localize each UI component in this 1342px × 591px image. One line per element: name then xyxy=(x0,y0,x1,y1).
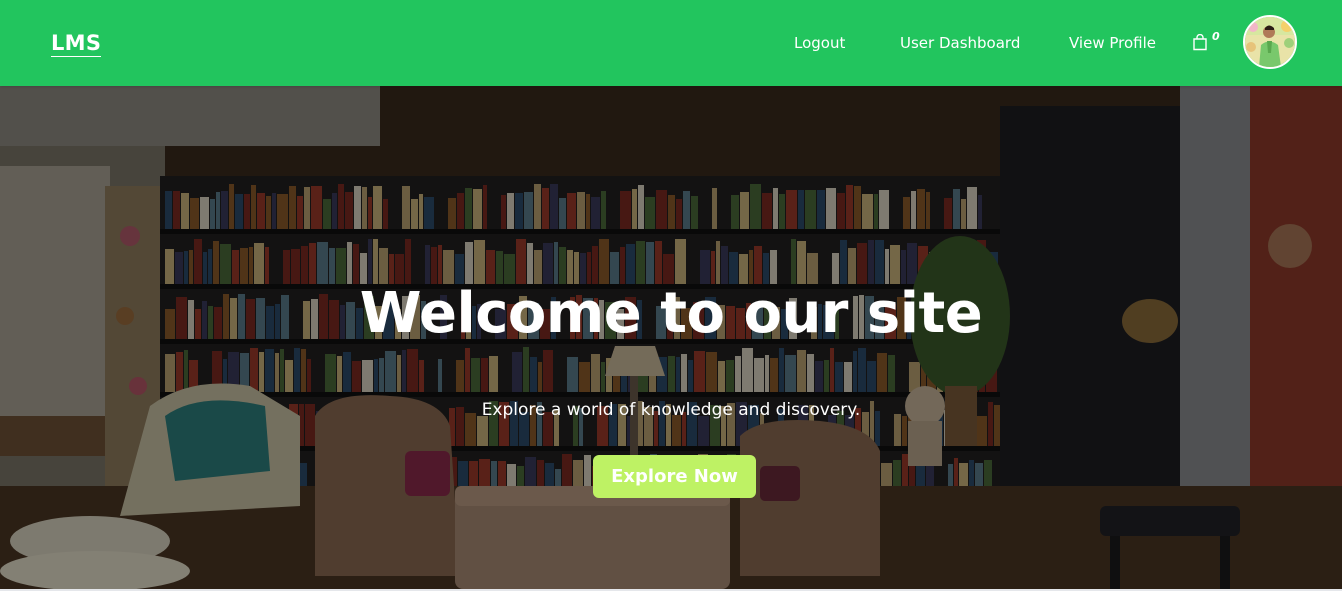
cart-button[interactable]: 0 xyxy=(1192,30,1224,54)
navbar: LMS Logout User Dashboard View Profile 0 xyxy=(0,0,1342,86)
nav-link-view-profile[interactable]: View Profile xyxy=(1069,33,1156,53)
shopping-bag-icon xyxy=(1193,34,1207,51)
nav-link-user-dashboard[interactable]: User Dashboard xyxy=(900,33,1020,53)
brand-logo[interactable]: LMS xyxy=(51,31,102,57)
avatar[interactable] xyxy=(1243,15,1297,69)
nav-link-logout[interactable]: Logout xyxy=(794,33,845,53)
hero-section: Welcome to our site Explore a world of k… xyxy=(0,86,1342,589)
hero-subtitle: Explore a world of knowledge and discove… xyxy=(481,400,861,420)
hero-title: Welcome to our site xyxy=(359,281,983,346)
cart-count-badge: 0 xyxy=(1212,30,1220,43)
user-avatar-image xyxy=(1245,17,1295,67)
explore-now-button[interactable]: Explore Now xyxy=(593,455,756,498)
